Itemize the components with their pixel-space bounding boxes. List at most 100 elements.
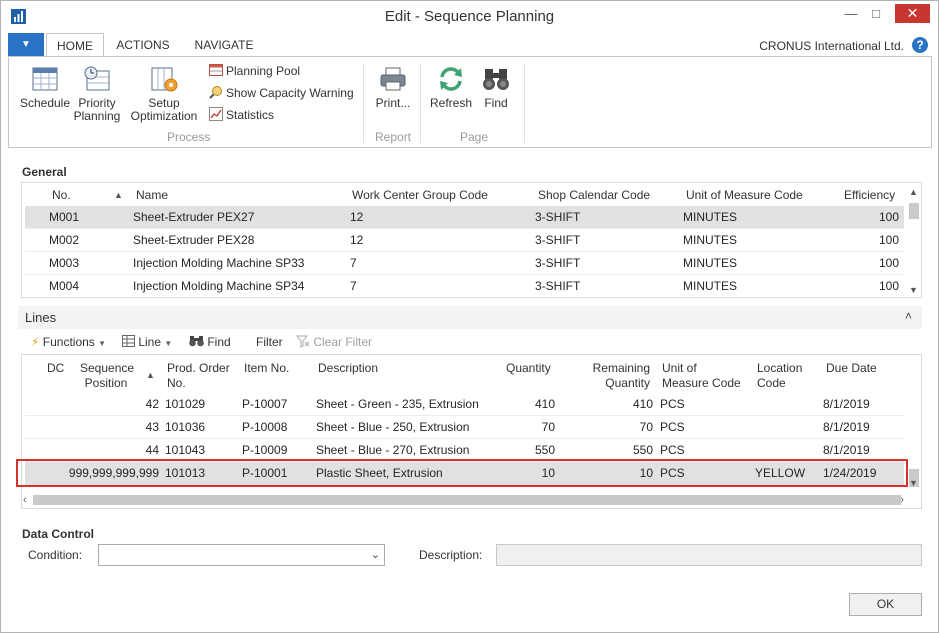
table-row[interactable]: M002 Sheet-Extruder PEX28 12 3-SHIFT MIN… [25, 229, 904, 252]
description-field [496, 544, 922, 566]
refresh-button[interactable]: Refresh [427, 65, 475, 110]
column-header-description[interactable]: Description [318, 361, 378, 375]
column-header-work-center-group-code[interactable]: Work Center Group Code [352, 188, 488, 202]
column-header-efficiency[interactable]: Efficiency [844, 188, 895, 202]
tab-navigate[interactable]: NAVIGATE [184, 33, 264, 57]
scroll-left-icon[interactable]: ‹ [23, 494, 27, 506]
cell-item-no: P-10009 [242, 443, 288, 457]
ribbon-tabs: ▼ HOME ACTIONS NAVIGATE CRONUS Internati… [8, 33, 932, 57]
sort-ascending-icon: ▲ [146, 370, 155, 380]
table-row[interactable]: M004 Injection Molding Machine SP34 7 3-… [25, 275, 904, 298]
column-header-prod-order-no[interactable]: Prod. Order No. [167, 361, 230, 391]
cell-shop-calendar: 3-SHIFT [535, 210, 581, 224]
clear-filter-button[interactable]: Clear Filter [295, 335, 372, 349]
statistics-button[interactable]: Statistics [209, 106, 274, 124]
tab-actions[interactable]: ACTIONS [108, 33, 178, 57]
lightning-icon: ⚡ [31, 335, 40, 349]
header-text: Prod. Order [167, 361, 230, 375]
close-icon[interactable]: ✕ [895, 4, 930, 23]
column-header-unit-of-measure-code[interactable]: Unit of Measure Code [686, 188, 803, 202]
column-header-unit-of-measure-code[interactable]: Unit of Measure Code [662, 361, 741, 391]
grid-icon [122, 335, 135, 349]
collapse-icon[interactable]: ˄ [905, 309, 912, 323]
setup-optimization-label-1: Setup [148, 96, 180, 110]
planning-pool-button[interactable]: Planning Pool [209, 62, 300, 80]
cell-name: Sheet-Extruder PEX27 [133, 210, 255, 224]
schedule-button[interactable]: Schedule [17, 65, 73, 110]
cell-efficiency: 100 [878, 233, 899, 247]
lines-section-header[interactable]: Lines ˄ [18, 306, 922, 329]
cell-due-date: 8/1/2019 [823, 443, 870, 457]
line-menu-button[interactable]: Line ▼ [122, 335, 172, 349]
cell-item-no: P-10007 [242, 397, 288, 411]
cell-remaining-quantity: 410 [632, 397, 653, 411]
column-header-location-code[interactable]: Location Code [757, 361, 802, 391]
column-header-no[interactable]: No. [52, 188, 71, 202]
cell-uom: PCS [660, 420, 685, 434]
maximize-icon[interactable]: □ [865, 5, 887, 23]
print-button[interactable]: Print... [373, 65, 413, 110]
setup-optimization-button[interactable]: Setup Optimization [127, 65, 201, 123]
column-header-name[interactable]: Name [136, 188, 168, 202]
column-header-quantity[interactable]: Quantity [506, 361, 551, 375]
column-header-shop-calendar-code[interactable]: Shop Calendar Code [538, 188, 650, 202]
column-header-sequence-position[interactable]: Sequence Position [80, 361, 135, 391]
tab-home[interactable]: HOME [46, 33, 104, 57]
column-header-remaining-quantity[interactable]: Remaining Quantity [587, 361, 650, 391]
condition-dropdown[interactable]: ⌄ [98, 544, 385, 566]
table-row[interactable]: 42 101029 P-10007 Sheet - Green - 235, E… [25, 393, 904, 416]
planning-pool-icon [209, 63, 223, 77]
cell-shop-calendar: 3-SHIFT [535, 256, 581, 270]
file-menu-button[interactable]: ▼ [8, 33, 44, 57]
company-name: CRONUS International Ltd. [759, 39, 904, 53]
scroll-thumb[interactable] [909, 203, 919, 219]
cell-prod-order-no: 101043 [165, 443, 206, 457]
column-header-dc[interactable]: DC [47, 361, 64, 375]
header-text: Measure Code [662, 376, 741, 390]
condition-label: Condition: [28, 548, 83, 562]
page-group-label: Page [460, 130, 489, 144]
table-row[interactable]: M001 Sheet-Extruder PEX27 12 3-SHIFT MIN… [25, 206, 904, 229]
find-button[interactable]: Find [479, 65, 513, 110]
header-text: Remaining [592, 361, 650, 375]
lines-horizontal-scrollbar[interactable]: ‹ › [21, 493, 906, 507]
general-vertical-scrollbar[interactable]: ▲ ▼ [907, 185, 920, 297]
lines-find-button[interactable]: Find [189, 335, 231, 349]
cell-uom: MINUTES [683, 210, 737, 224]
scroll-up-icon[interactable]: ▲ [909, 187, 918, 197]
clear-filter-icon [295, 335, 310, 349]
show-capacity-warning-button[interactable]: Show Capacity Warning [209, 84, 354, 102]
table-row[interactable]: 43 101036 P-10008 Sheet - Blue - 250, Ex… [25, 416, 904, 439]
functions-menu-button[interactable]: ⚡ Functions ▼ [31, 335, 106, 349]
header-text: Code [757, 376, 786, 390]
scroll-down-icon[interactable]: ▼ [909, 478, 918, 488]
filter-button[interactable]: Filter [256, 335, 283, 349]
scroll-down-icon[interactable]: ▼ [909, 285, 918, 295]
header-text: No. [167, 376, 186, 390]
line-label: Line [138, 335, 162, 349]
setup-optimization-icon [149, 65, 179, 93]
scroll-thumb[interactable] [33, 495, 901, 505]
cell-quantity: 410 [534, 397, 555, 411]
header-text: Sequence [80, 361, 135, 375]
column-header-due-date[interactable]: Due Date [826, 361, 877, 375]
cell-quantity: 550 [534, 443, 555, 457]
scroll-right-icon[interactable]: › [900, 494, 904, 506]
header-text: Unit of [662, 361, 697, 375]
cell-description: Sheet - Green - 235, Extrusion [316, 397, 479, 411]
cell-work-center-group: 7 [350, 279, 357, 293]
binoculars-icon [481, 65, 511, 93]
table-row[interactable]: M003 Injection Molding Machine SP33 7 3-… [25, 252, 904, 275]
minimize-icon[interactable]: — [840, 5, 862, 23]
refresh-icon [436, 65, 466, 93]
cell-description: Sheet - Blue - 250, Extrusion [316, 420, 470, 434]
help-icon[interactable]: ? [912, 37, 928, 53]
capacity-warning-icon [209, 85, 223, 99]
chevron-down-icon: ⌄ [370, 549, 380, 561]
column-header-item-no[interactable]: Item No. [244, 361, 289, 375]
cell-efficiency: 100 [878, 210, 899, 224]
ok-button[interactable]: OK [849, 593, 922, 616]
priority-planning-button[interactable]: Priority Planning [71, 65, 123, 123]
lines-vertical-scrollbar[interactable]: ▼ [907, 357, 920, 489]
cell-name: Injection Molding Machine SP33 [133, 256, 305, 270]
